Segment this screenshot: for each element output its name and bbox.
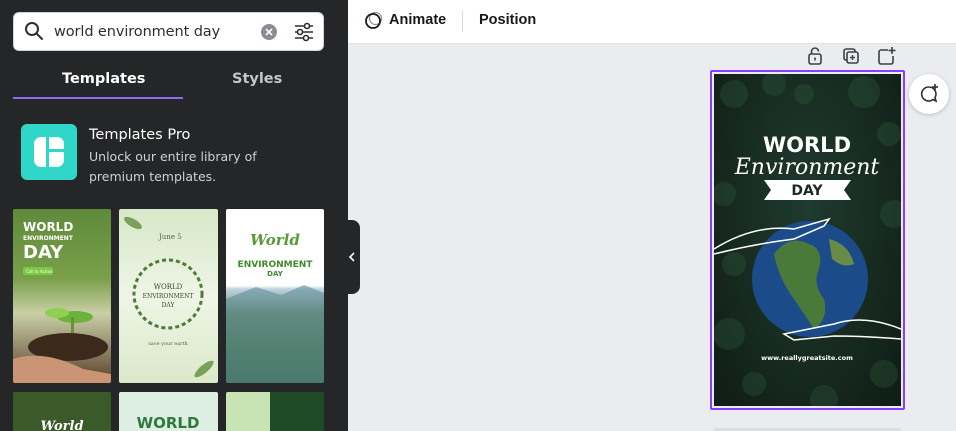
- animate-button[interactable]: Animate: [389, 12, 446, 28]
- promo-title[interactable]: Templates Pro: [89, 127, 190, 143]
- collapse-panel-handle[interactable]: [344, 220, 360, 294]
- toolbar-divider: [462, 10, 463, 32]
- duplicate-page-icon[interactable]: [842, 46, 860, 66]
- add-comment-icon: [920, 84, 938, 103]
- template-thumbnail[interactable]: June 5 WORLD ENVIRONMENT DAY save your e…: [119, 209, 218, 383]
- design-page[interactable]: WORLD Environment DAY www.reallygreatsit…: [710, 70, 905, 410]
- thumb-footer: save your earth: [148, 341, 188, 347]
- thumb-date: June 5: [158, 233, 182, 241]
- thumb-day: DAY: [23, 242, 64, 263]
- thumb-title: World: [250, 231, 300, 249]
- search-bar[interactable]: world environment day: [13, 12, 324, 51]
- template-thumbnail[interactable]: World: [13, 392, 111, 431]
- thumb-subtitle: ENVIRONMENT: [238, 260, 314, 270]
- thumb-day: DAY: [267, 270, 284, 278]
- chevron-left-icon: [348, 252, 355, 262]
- animate-icon[interactable]: [364, 10, 384, 30]
- design-day[interactable]: DAY: [791, 183, 823, 199]
- thumb-button: Call to Action: [26, 269, 53, 274]
- design-url[interactable]: www.reallygreatsite.com: [761, 354, 853, 362]
- thumb-subtitle: ENVIRONMENT: [23, 235, 74, 242]
- design-title[interactable]: WORLD: [763, 133, 851, 157]
- tab-templates[interactable]: Templates: [62, 71, 145, 87]
- editor-toolbar: Animate Position: [348, 0, 956, 44]
- templates-pro-icon[interactable]: [21, 124, 77, 180]
- search-icon: [24, 21, 44, 41]
- filter-icon[interactable]: [294, 22, 314, 42]
- lock-icon[interactable]: [806, 46, 824, 66]
- position-button[interactable]: Position: [479, 12, 536, 28]
- design-background: WORLD Environment DAY www.reallygreatsit…: [712, 72, 903, 408]
- thumb-title: WORLD: [137, 414, 200, 431]
- thumb-title: WORLD: [154, 283, 183, 291]
- search-input[interactable]: world environment day: [54, 24, 220, 40]
- promo-description: Unlock our entire library of premium tem…: [89, 149, 257, 184]
- side-panel: world environment day Templates Styles T…: [0, 0, 348, 431]
- thumb-title: WORLD: [23, 220, 73, 234]
- thumb-title: World: [40, 419, 83, 431]
- thumb-subtitle: ENVIRONMENT: [143, 293, 194, 300]
- template-thumbnail[interactable]: World ENVIRONMENT DAY: [226, 209, 324, 383]
- add-page-icon[interactable]: [877, 46, 897, 66]
- tab-styles[interactable]: Styles: [232, 71, 282, 87]
- design-script-title[interactable]: Environment: [734, 155, 880, 180]
- template-thumbnail[interactable]: [226, 392, 324, 431]
- thumb-day: DAY: [162, 302, 176, 309]
- template-thumbnail[interactable]: WORLD ENVIRONMENT DAY Call to Action: [13, 209, 111, 383]
- template-thumbnail[interactable]: WORLD: [119, 392, 218, 431]
- clear-icon[interactable]: [261, 24, 277, 40]
- add-comment-button[interactable]: [909, 74, 949, 114]
- active-tab-indicator: [13, 97, 183, 99]
